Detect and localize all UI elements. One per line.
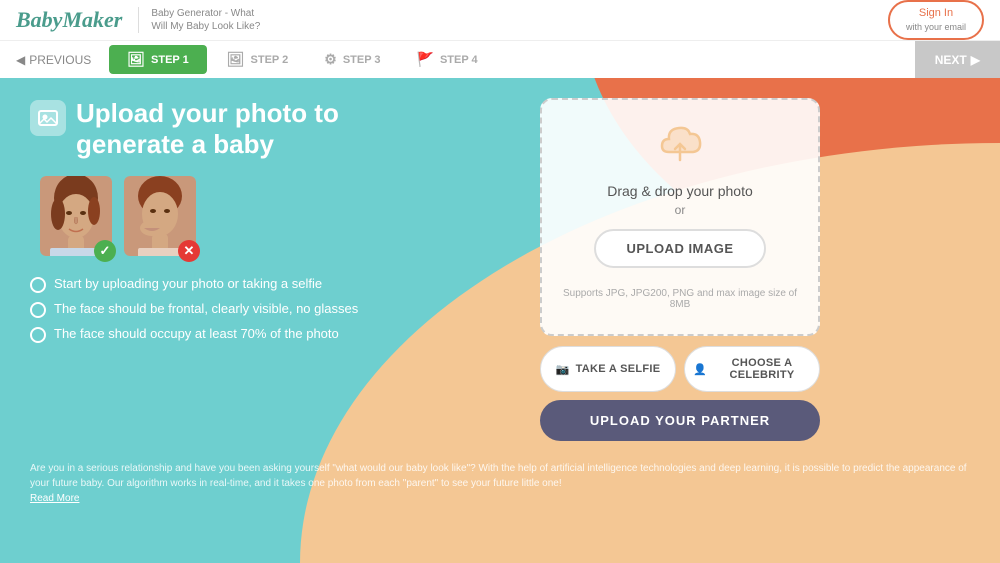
photo-bad-example: ✕ — [124, 176, 196, 256]
step-2-icon: 🖼 — [227, 51, 245, 68]
page-title-text: Upload your photo to generate a baby — [76, 98, 339, 160]
bullet-icon — [30, 327, 46, 343]
take-selfie-button[interactable]: 📷 TAKE A SELFIE — [540, 346, 676, 392]
main-content: Upload your photo to generate a baby — [0, 78, 1000, 461]
logo: BabyMaker — [16, 7, 122, 33]
instruction-item: The face should be frontal, clearly visi… — [30, 301, 510, 318]
photo-examples: ✓ — [40, 176, 510, 256]
photo-good-example: ✓ — [40, 176, 112, 256]
right-panel: Drag & drop your photo or UPLOAD IMAGE S… — [540, 98, 820, 441]
step-1-button[interactable]: 🖼 STEP 1 — [109, 45, 207, 74]
drag-drop-text: Drag & drop your photo — [562, 183, 798, 199]
bad-badge: ✕ — [178, 240, 200, 262]
read-more-link[interactable]: Read More — [30, 493, 79, 504]
good-badge: ✓ — [94, 240, 116, 262]
upload-dropzone[interactable]: Drag & drop your photo or UPLOAD IMAGE S… — [540, 98, 820, 336]
logo-text: BabyMaker — [16, 7, 122, 32]
bullet-icon — [30, 277, 46, 293]
header-left: BabyMaker Baby Generator - What Will My … — [16, 7, 260, 33]
instruction-item: Start by uploading your photo or taking … — [30, 276, 510, 293]
steps-navigation: ◀ PREVIOUS 🖼 STEP 1 🖼 STEP 2 ⚙ STEP 3 🚩 … — [0, 40, 1000, 78]
person-icon: 👤 — [693, 363, 707, 376]
or-text: or — [562, 203, 798, 217]
chevron-right-icon: ▶ — [971, 53, 980, 67]
step-3-button[interactable]: ⚙ STEP 3 — [306, 41, 398, 78]
chevron-left-icon: ◀ — [16, 53, 25, 67]
action-row: 📷 TAKE A SELFIE 👤 CHOOSE A CELEBRITY — [540, 346, 820, 392]
camera-icon: 📷 — [556, 363, 570, 376]
footer-section: Are you in a serious relationship and ha… — [0, 461, 1000, 506]
choose-celebrity-button[interactable]: 👤 CHOOSE A CELEBRITY — [684, 346, 820, 392]
upload-image-button[interactable]: UPLOAD IMAGE — [594, 229, 765, 268]
left-panel: Upload your photo to generate a baby — [30, 98, 510, 441]
previous-button[interactable]: ◀ PREVIOUS — [0, 41, 107, 78]
step-1-icon: 🖼 — [127, 51, 145, 68]
next-button[interactable]: NEXT ▶ — [915, 41, 1000, 78]
upload-partner-button[interactable]: UPLOAD YOUR PARTNER — [540, 400, 820, 441]
footer-body-text: Are you in a serious relationship and ha… — [30, 461, 970, 491]
title-icon — [30, 100, 66, 136]
instruction-item: The face should occupy at least 70% of t… — [30, 326, 510, 343]
supports-text: Supports JPG, JPG200, PNG and max image … — [562, 288, 798, 310]
page-title-section: Upload your photo to generate a baby — [30, 98, 510, 160]
step-2-button[interactable]: 🖼 STEP 2 — [209, 41, 307, 78]
header: BabyMaker Baby Generator - What Will My … — [0, 0, 1000, 40]
cloud-upload-icon — [562, 124, 798, 173]
bullet-icon — [30, 302, 46, 318]
instructions-list: Start by uploading your photo or taking … — [30, 276, 510, 343]
sign-in-button[interactable]: Sign In with your email — [888, 0, 984, 40]
header-tagline: Baby Generator - What Will My Baby Look … — [138, 7, 260, 33]
step-4-button[interactable]: 🚩 STEP 4 — [399, 41, 496, 78]
step-4-icon: 🚩 — [417, 51, 434, 68]
step-3-icon: ⚙ — [324, 51, 337, 68]
